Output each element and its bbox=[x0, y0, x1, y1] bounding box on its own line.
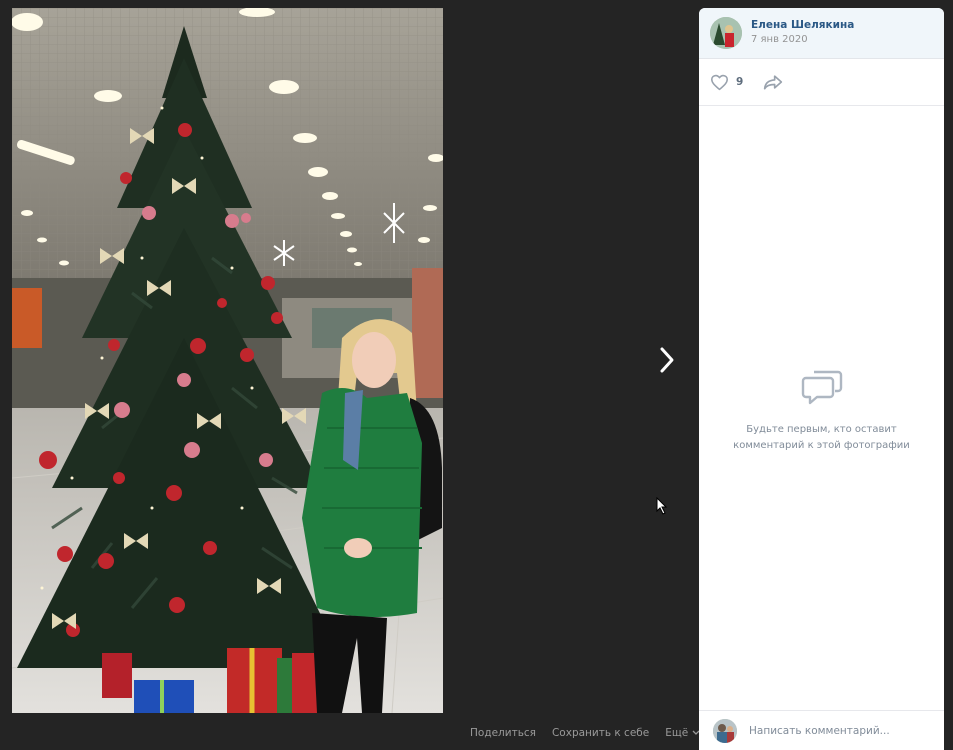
more-actions-label: Ещё bbox=[665, 727, 689, 739]
author-name-link[interactable]: Елена Шелякина bbox=[751, 18, 854, 33]
empty-comments-text: Будьте первым, кто оставит комментарий к… bbox=[733, 424, 910, 451]
comment-input[interactable]: Написать комментарий... bbox=[749, 725, 890, 737]
author-avatar[interactable] bbox=[710, 17, 742, 49]
photo-illustration bbox=[12, 8, 443, 713]
photo-info-panel: Елена Шелякина 7 янв 2020 9 Будьте первы… bbox=[699, 8, 944, 750]
like-count: 9 bbox=[736, 76, 744, 88]
more-actions-dropdown[interactable]: Ещё bbox=[665, 727, 700, 739]
author-header: Елена Шелякина 7 янв 2020 bbox=[699, 8, 944, 59]
current-user-avatar[interactable] bbox=[713, 718, 737, 743]
comment-bubble-icon bbox=[801, 370, 842, 405]
chevron-right-icon bbox=[660, 347, 674, 373]
post-date[interactable]: 7 янв 2020 bbox=[751, 33, 854, 48]
photo-viewer-image[interactable] bbox=[12, 8, 443, 713]
mouse-pointer-icon bbox=[656, 496, 668, 519]
like-button[interactable]: 9 bbox=[710, 74, 743, 91]
empty-comments-placeholder: Будьте первым, кто оставит комментарий к… bbox=[699, 366, 944, 454]
comment-composer: Написать комментарий... bbox=[699, 710, 944, 750]
save-photo-link[interactable]: Сохранить к себе bbox=[552, 727, 649, 739]
share-button[interactable] bbox=[763, 74, 783, 90]
share-photo-link[interactable]: Поделиться bbox=[470, 727, 536, 739]
next-photo-button[interactable] bbox=[652, 340, 682, 380]
heart-icon bbox=[711, 74, 728, 90]
photo-actions-bar: Поделиться Сохранить к себе Ещё bbox=[470, 723, 700, 743]
reactions-bar: 9 bbox=[699, 59, 944, 106]
share-arrow-icon bbox=[764, 75, 783, 90]
